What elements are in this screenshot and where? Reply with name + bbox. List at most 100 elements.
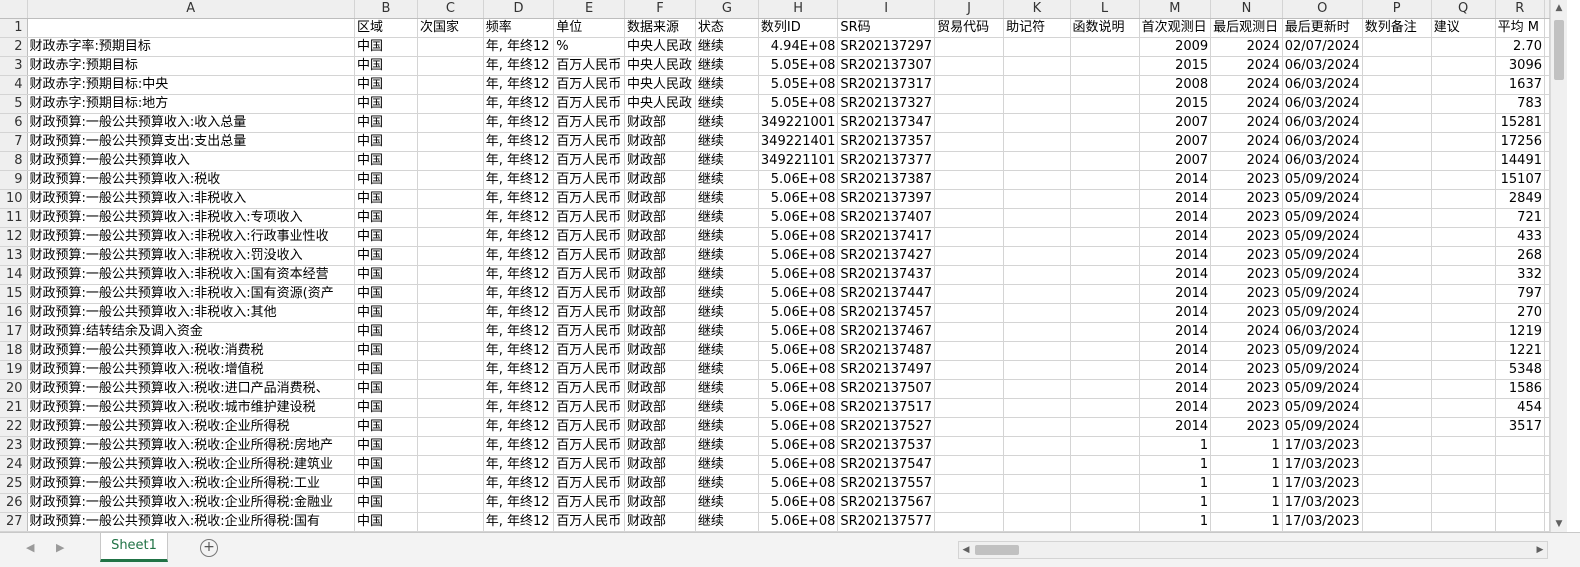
header-cell[interactable]: 数列ID (758, 18, 839, 38)
cell[interactable]: 17/03/2023 (1282, 436, 1363, 456)
cell[interactable]: 年, 年终12 (483, 246, 555, 266)
cell[interactable] (1003, 265, 1071, 285)
header-cell[interactable] (27, 18, 355, 38)
cell[interactable] (934, 341, 1005, 361)
cell[interactable]: 财政预算:一般公共预算收入:税收:企业所得税:建筑业 (27, 455, 355, 475)
cell[interactable] (1544, 455, 1550, 475)
cell[interactable]: 中国 (354, 56, 419, 76)
cell[interactable]: 中央人民政 (624, 56, 696, 76)
cell[interactable] (1070, 227, 1140, 247)
cell[interactable]: 财政部 (624, 284, 696, 304)
cell[interactable] (1003, 493, 1071, 513)
cell[interactable]: 年, 年终12 (483, 360, 555, 380)
cell[interactable]: 年, 年终12 (483, 37, 555, 57)
cell[interactable] (1070, 436, 1140, 456)
cell[interactable]: 2023 (1210, 189, 1283, 209)
cell[interactable]: 2023 (1210, 341, 1283, 361)
cell[interactable]: 5.06E+08 (758, 417, 839, 437)
cell[interactable]: 5.06E+08 (758, 227, 839, 247)
cell[interactable]: SR202137307 (837, 56, 936, 76)
cell[interactable]: 268 (1495, 246, 1546, 266)
cell[interactable]: SR202137557 (837, 474, 936, 494)
row-header[interactable]: 23 (0, 436, 28, 456)
row-header[interactable]: 15 (0, 284, 28, 304)
cell[interactable] (1003, 208, 1071, 228)
cell[interactable] (1431, 398, 1496, 418)
cell[interactable]: 中国 (354, 360, 419, 380)
cell[interactable] (417, 265, 484, 285)
cell[interactable] (1003, 303, 1071, 323)
cell[interactable]: 财政预算:一般公共预算收入:税收:进口产品消费税、 (27, 379, 355, 399)
cell[interactable]: 中央人民政 (624, 75, 696, 95)
cell[interactable] (1070, 94, 1140, 114)
cell[interactable]: 中国 (354, 227, 419, 247)
cell[interactable] (1431, 94, 1496, 114)
cell[interactable] (934, 94, 1005, 114)
cell[interactable]: 02/07/2024 (1282, 37, 1363, 57)
cell[interactable] (417, 322, 484, 342)
cell[interactable]: 2023 (1210, 246, 1283, 266)
cell[interactable]: 百万人民币 (553, 189, 626, 209)
cell[interactable] (1431, 455, 1496, 475)
cell[interactable] (1003, 227, 1071, 247)
cell[interactable] (1003, 189, 1071, 209)
scroll-down-icon[interactable]: ▼ (1551, 516, 1567, 532)
cell[interactable]: 财政部 (624, 151, 696, 171)
scroll-left-icon[interactable]: ◀ (959, 542, 973, 558)
header-cell[interactable]: 次国家 (417, 18, 484, 38)
cell[interactable]: 2014 (1139, 189, 1212, 209)
column-header-l[interactable]: L (1070, 0, 1140, 19)
horizontal-scroll-thumb[interactable] (975, 545, 1019, 555)
cell[interactable]: SR202137517 (837, 398, 936, 418)
cell[interactable]: 继续 (695, 246, 759, 266)
column-header-p[interactable]: P (1362, 0, 1432, 19)
cell[interactable]: 财政部 (624, 436, 696, 456)
cell[interactable]: 中国 (354, 322, 419, 342)
cell[interactable]: SR202137377 (837, 151, 936, 171)
cell[interactable]: 百万人民币 (553, 151, 626, 171)
cell[interactable]: 中国 (354, 493, 419, 513)
cell[interactable]: 百万人民币 (553, 265, 626, 285)
cell[interactable]: 财政部 (624, 379, 696, 399)
cell[interactable] (417, 132, 484, 152)
cell[interactable]: 百万人民币 (553, 341, 626, 361)
cell[interactable]: 2014 (1139, 170, 1212, 190)
cell[interactable] (1362, 455, 1432, 475)
cell[interactable]: 06/03/2024 (1282, 75, 1363, 95)
cell[interactable]: 中国 (354, 379, 419, 399)
cell[interactable] (1431, 474, 1496, 494)
cell[interactable]: 2007 (1139, 132, 1212, 152)
cell[interactable] (1070, 284, 1140, 304)
cell[interactable]: 年, 年终12 (483, 284, 555, 304)
cell[interactable]: SR202137467 (837, 322, 936, 342)
cell[interactable]: 年, 年终12 (483, 94, 555, 114)
cell[interactable] (1070, 265, 1140, 285)
cell[interactable]: 百万人民币 (553, 284, 626, 304)
cell[interactable] (934, 132, 1005, 152)
cell[interactable]: 17/03/2023 (1282, 493, 1363, 513)
cell[interactable]: 中国 (354, 170, 419, 190)
cell[interactable]: 4.94E+08 (758, 37, 839, 57)
header-cell[interactable]: 最后观测日 (1210, 18, 1283, 38)
column-header-f[interactable]: F (624, 0, 696, 19)
cell[interactable]: 年, 年终12 (483, 379, 555, 399)
cell[interactable]: 继续 (695, 303, 759, 323)
cell[interactable]: SR202137347 (837, 113, 936, 133)
cell[interactable] (1362, 113, 1432, 133)
cell[interactable]: 05/09/2024 (1282, 303, 1363, 323)
cell[interactable]: 中国 (354, 436, 419, 456)
cell[interactable]: 继续 (695, 341, 759, 361)
cell[interactable]: SR202137427 (837, 246, 936, 266)
header-cell[interactable]: 数列备注 (1362, 18, 1432, 38)
cell[interactable]: 1 (1210, 436, 1283, 456)
cell[interactable] (1003, 37, 1071, 57)
cell[interactable] (1003, 246, 1071, 266)
cell[interactable]: SR202137407 (837, 208, 936, 228)
cell[interactable]: 05/09/2024 (1282, 170, 1363, 190)
cell[interactable] (1362, 398, 1432, 418)
row-header[interactable]: 4 (0, 75, 28, 95)
cell[interactable] (1070, 170, 1140, 190)
cell[interactable]: 中国 (354, 303, 419, 323)
cell[interactable] (1362, 417, 1432, 437)
cell[interactable]: 5.06E+08 (758, 474, 839, 494)
